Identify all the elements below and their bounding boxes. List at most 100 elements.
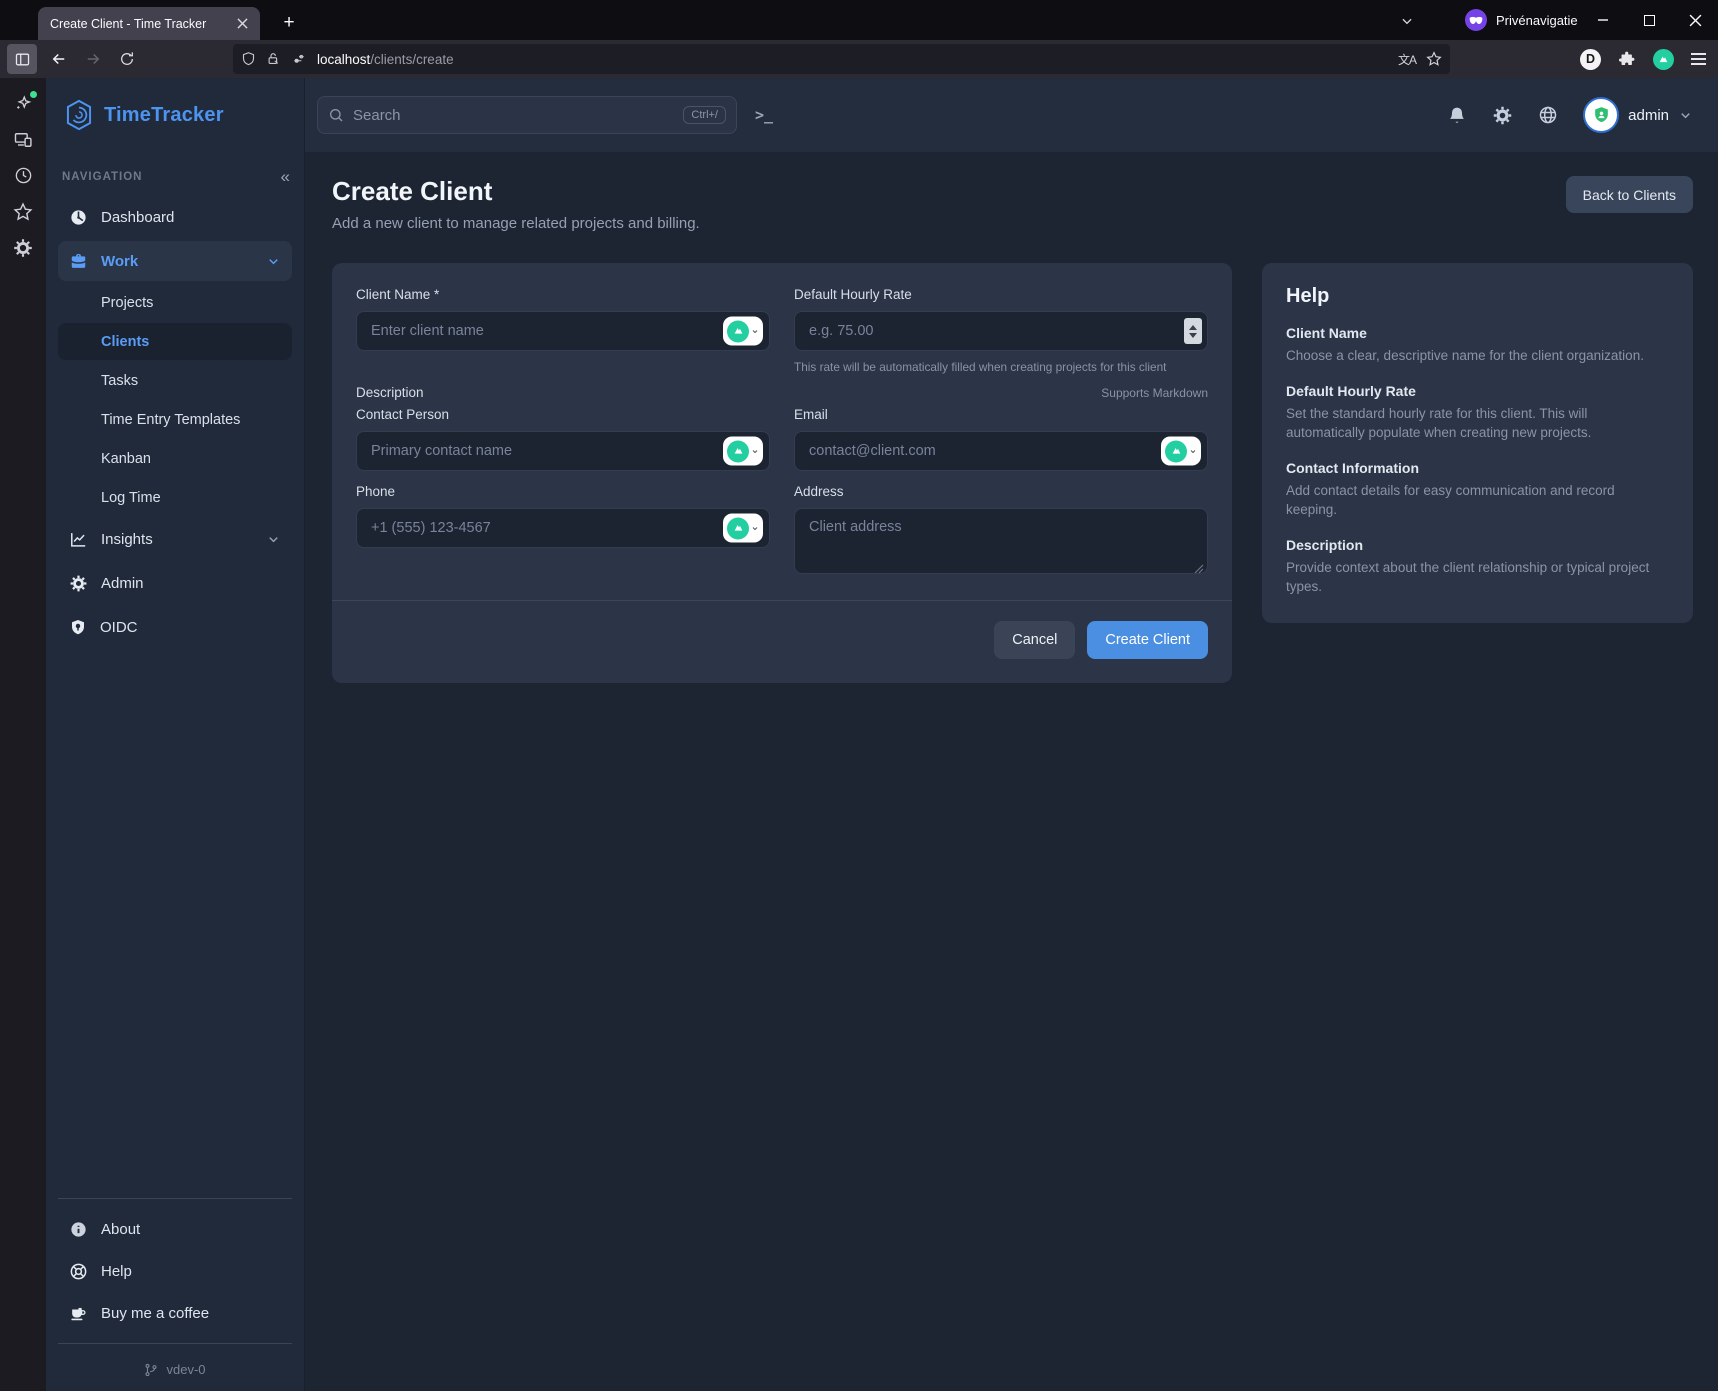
reload-icon[interactable] xyxy=(112,44,142,74)
sidebar-item-help[interactable]: Help xyxy=(58,1251,292,1291)
back-icon[interactable] xyxy=(44,44,74,74)
globe-icon[interactable] xyxy=(1538,105,1558,125)
private-label: Privénavigatie xyxy=(1496,13,1578,28)
browser-toolbar: localhost/clients/create 文A D xyxy=(0,40,1718,78)
tab-close-icon[interactable] xyxy=(232,14,252,34)
shield-icon xyxy=(69,618,87,637)
help-section-title: Default Hourly Rate xyxy=(1286,383,1669,399)
bell-icon[interactable] xyxy=(1447,105,1467,126)
app-version: vdev-0 xyxy=(46,1354,304,1377)
sidebar-collapse-icon[interactable]: « xyxy=(281,168,290,185)
page-subtitle: Add a new client to manage related proje… xyxy=(332,215,700,232)
contact-person-input[interactable] xyxy=(356,431,770,471)
nordpass-extension-icon[interactable] xyxy=(1653,49,1674,70)
sidebar-item-about[interactable]: About xyxy=(58,1209,292,1249)
back-to-clients-button[interactable]: Back to Clients xyxy=(1566,176,1693,213)
client-name-label: Client Name * xyxy=(356,287,770,302)
new-tab-button[interactable]: + xyxy=(274,9,304,37)
browser-tab-bar: Create Client - Time Tracker + Privénavi… xyxy=(0,0,1718,40)
nordpass-autofill-icon[interactable] xyxy=(723,437,763,466)
private-mask-icon xyxy=(1465,9,1487,31)
gear-icon xyxy=(69,574,88,593)
address-textarea[interactable] xyxy=(794,508,1208,574)
help-section-body: Choose a clear, descriptive name for the… xyxy=(1286,346,1669,366)
extensions-puzzle-icon[interactable] xyxy=(1618,50,1636,68)
phone-input[interactable] xyxy=(356,508,770,548)
navigation-section-label: NAVIGATION xyxy=(62,171,143,183)
create-client-button[interactable]: Create Client xyxy=(1087,621,1208,659)
chevron-down-icon xyxy=(266,254,281,269)
cancel-button[interactable]: Cancel xyxy=(994,621,1075,659)
url-host: localhost xyxy=(317,52,370,67)
window-minimize-button[interactable] xyxy=(1580,0,1626,40)
app-header: Ctrl+/ >_ admin xyxy=(305,78,1718,152)
gear-icon[interactable] xyxy=(1492,105,1513,126)
notification-dot xyxy=(30,91,37,98)
terminal-icon[interactable]: >_ xyxy=(755,106,773,124)
sidebar-item-log-time[interactable]: Log Time xyxy=(58,479,292,516)
nordpass-autofill-icon[interactable] xyxy=(723,514,763,543)
sidebar-item-dashboard[interactable]: Dashboard xyxy=(58,197,292,237)
search-input[interactable] xyxy=(353,107,674,124)
tracking-protection-shield-icon[interactable] xyxy=(241,51,256,67)
nordpass-autofill-icon[interactable] xyxy=(723,317,763,346)
user-menu[interactable]: admin xyxy=(1583,97,1693,133)
global-search[interactable]: Ctrl+/ xyxy=(317,96,737,134)
firefox-sidebar-strip xyxy=(0,78,46,1391)
sidebar-item-kanban[interactable]: Kanban xyxy=(58,440,292,477)
history-clock-icon[interactable] xyxy=(13,165,34,186)
connection-lock-icon[interactable] xyxy=(266,51,281,67)
email-label: Email xyxy=(794,407,1208,422)
help-panel: Help Client Name Choose a clear, descrip… xyxy=(1262,263,1693,623)
search-shortcut-badge: Ctrl+/ xyxy=(683,106,726,124)
window-maximize-button[interactable] xyxy=(1626,0,1672,40)
branch-icon xyxy=(144,1363,158,1377)
sidebar-item-buy-me-a-coffee[interactable]: Buy me a coffee xyxy=(58,1293,292,1333)
window-close-button[interactable] xyxy=(1672,0,1718,40)
sidebar-item-projects[interactable]: Projects xyxy=(58,284,292,321)
translate-icon[interactable]: 文A xyxy=(1398,51,1416,68)
hourly-rate-label: Default Hourly Rate xyxy=(794,287,1208,302)
help-section-body: Set the standard hourly rate for this cl… xyxy=(1286,404,1669,443)
divider xyxy=(58,1198,292,1199)
sidebar-item-tasks[interactable]: Tasks xyxy=(58,362,292,399)
menu-hamburger-icon[interactable] xyxy=(1691,53,1706,65)
contact-person-label: Contact Person xyxy=(356,407,770,422)
bookmark-star-icon[interactable] xyxy=(1426,51,1442,67)
ai-sparkle-icon[interactable] xyxy=(13,93,34,114)
bookmarks-star-icon[interactable] xyxy=(13,201,34,222)
info-icon xyxy=(69,1220,88,1239)
sidebar-item-insights[interactable]: Insights xyxy=(58,519,292,559)
number-spinner[interactable] xyxy=(1184,318,1202,344)
briefcase-icon xyxy=(69,252,88,271)
hourly-rate-input[interactable] xyxy=(794,311,1208,351)
life-buoy-icon xyxy=(69,1262,88,1281)
sidebar-item-admin[interactable]: Admin xyxy=(58,563,292,603)
sidebar-item-time-entry-templates[interactable]: Time Entry Templates xyxy=(58,401,292,438)
url-bar[interactable]: localhost/clients/create 文A xyxy=(233,44,1450,74)
resize-handle-icon[interactable] xyxy=(1194,564,1204,574)
sidebar-toggle-icon[interactable] xyxy=(7,44,37,74)
search-icon xyxy=(328,107,344,123)
description-label: Description xyxy=(356,385,424,400)
chevron-down-icon xyxy=(1678,108,1693,123)
app-sidebar: TimeTracker NAVIGATION « Dashboard Work … xyxy=(46,78,305,1391)
sidebar-item-clients[interactable]: Clients xyxy=(58,323,292,360)
synced-tabs-icon[interactable] xyxy=(13,129,34,150)
settings-gear-icon[interactable] xyxy=(13,237,34,258)
extension-d-icon[interactable]: D xyxy=(1580,49,1601,70)
list-tabs-chevron-icon[interactable] xyxy=(1393,9,1421,33)
url-text[interactable]: localhost/clients/create xyxy=(317,52,1388,67)
page-title: Create Client xyxy=(332,176,700,207)
user-name: admin xyxy=(1628,107,1669,124)
client-name-input[interactable] xyxy=(356,311,770,351)
nordpass-autofill-icon[interactable] xyxy=(1161,437,1201,466)
email-input[interactable] xyxy=(794,431,1208,471)
forward-icon[interactable] xyxy=(78,44,108,74)
permissions-icon[interactable] xyxy=(291,52,307,66)
help-section-body: Add contact details for easy communicati… xyxy=(1286,481,1669,520)
browser-tab[interactable]: Create Client - Time Tracker xyxy=(38,7,260,40)
sidebar-item-oidc[interactable]: OIDC xyxy=(58,607,292,647)
sidebar-item-work[interactable]: Work xyxy=(58,241,292,281)
coffee-cup-icon xyxy=(69,1304,88,1323)
